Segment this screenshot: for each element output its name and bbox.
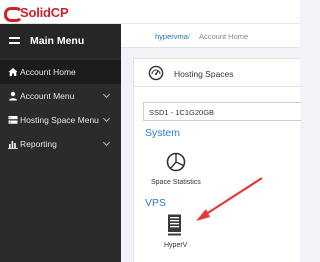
sidebar-item-label: Hosting Space Menu bbox=[20, 115, 99, 125]
pie-chart-icon bbox=[166, 152, 186, 172]
bar-chart-icon bbox=[8, 141, 18, 149]
hosting-space-select[interactable]: SSD1 - 1C1G20GB bbox=[143, 102, 301, 121]
sidebar-item-label: Reporting bbox=[20, 139, 57, 149]
sidebar: Main Menu Account Home Account Menu Host… bbox=[0, 24, 121, 262]
breadcrumb-current: Account Home bbox=[199, 32, 249, 41]
breadcrumb: hypervma / Account Home bbox=[121, 24, 300, 48]
section-title-vps: VPS bbox=[145, 197, 167, 209]
sidebar-item-account-home[interactable]: Account Home bbox=[0, 60, 121, 84]
tile-label: Space Statistics bbox=[151, 179, 201, 186]
section-title-system: System bbox=[145, 127, 181, 139]
chevron-down-icon bbox=[102, 90, 111, 99]
panel-header: Hosting Spaces bbox=[134, 59, 301, 87]
solidcp-logo[interactable]: SolidCP bbox=[4, 3, 69, 22]
breadcrumb-link-space[interactable]: hypervma bbox=[155, 32, 188, 41]
sidebar-item-account-menu[interactable]: Account Menu bbox=[0, 84, 121, 108]
user-icon bbox=[9, 91, 17, 101]
server-tower-icon bbox=[167, 214, 182, 236]
logo-mark-icon bbox=[4, 5, 23, 22]
hosting-spaces-panel: Hosting Spaces SSD1 - 1C1G20GB System Sp… bbox=[133, 58, 301, 262]
sidebar-item-hosting-space-menu[interactable]: Hosting Space Menu bbox=[0, 108, 121, 132]
main-content: hypervma / Account Home Hosting Spaces S… bbox=[121, 24, 301, 262]
chevron-down-icon bbox=[102, 138, 111, 147]
dashboard-gauge-icon bbox=[148, 65, 164, 81]
home-icon bbox=[8, 68, 18, 76]
hosting-space-select-value: SSD1 - 1C1G20GB bbox=[149, 108, 215, 117]
main-menu-header[interactable]: Main Menu bbox=[0, 24, 121, 58]
sidebar-item-label: Account Home bbox=[20, 67, 76, 77]
breadcrumb-separator: / bbox=[188, 32, 191, 41]
sidebar-item-reporting[interactable]: Reporting bbox=[0, 132, 121, 156]
tile-label: HyperV bbox=[164, 242, 188, 249]
main-menu-title: Main Menu bbox=[30, 35, 85, 47]
server-icon bbox=[8, 116, 18, 124]
chevron-down-icon bbox=[102, 114, 111, 123]
top-bar: SolidCP bbox=[0, 0, 300, 24]
logo-text: SolidCP bbox=[20, 4, 69, 20]
sidebar-item-label: Account Menu bbox=[20, 91, 75, 101]
menu-toggle-icon bbox=[9, 36, 20, 46]
panel-title: Hosting Spaces bbox=[174, 69, 234, 79]
